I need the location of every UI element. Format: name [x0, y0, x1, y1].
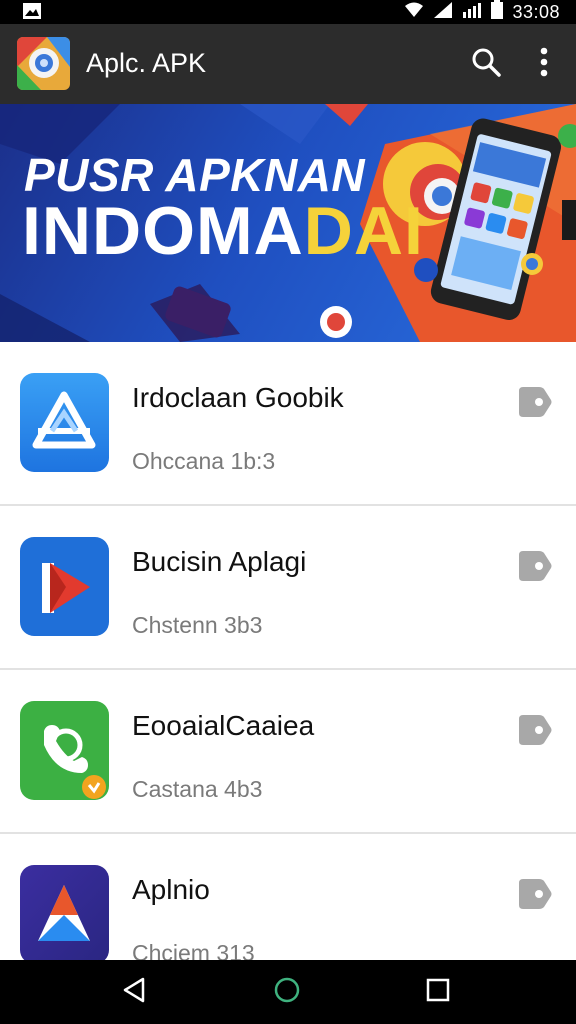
- app-list-item[interactable]: Bucisin Aplagi Chstenn 3b3: [0, 506, 576, 670]
- home-button[interactable]: [265, 972, 309, 1012]
- promo-banner[interactable]: PUSR APKNAN INDOMADAI: [0, 104, 576, 342]
- app-subtitle: Castana 4b3: [132, 776, 263, 802]
- signal-bars-icon: [462, 1, 482, 24]
- recents-button[interactable]: [416, 972, 460, 1012]
- back-icon: [121, 976, 147, 1009]
- tag-icon: [515, 549, 553, 588]
- tag-icon: [515, 713, 553, 752]
- app-name: Aplnio: [132, 874, 210, 905]
- battery-icon: [490, 0, 504, 25]
- app-bar: Aplc. APK: [0, 24, 576, 104]
- app-list-item[interactable]: Irdoclaan Goobik Ohccana 1b:3: [0, 342, 576, 506]
- phone-app-icon: [20, 701, 109, 800]
- wifi-icon: [404, 1, 424, 24]
- triangle-a-app-icon: [20, 373, 109, 472]
- app-title: Aplc. APK: [86, 48, 207, 78]
- app-name: EooaialCaaiea: [132, 710, 315, 741]
- recents-icon: [425, 977, 451, 1008]
- more-vert-icon: [539, 47, 549, 82]
- status-time: 33:08: [512, 1, 560, 22]
- signal-icon: [432, 1, 454, 24]
- system-nav-bar: [0, 960, 576, 1024]
- back-button[interactable]: [112, 972, 156, 1012]
- app-name: Irdoclaan Goobik: [132, 382, 344, 413]
- play-arrow-app-icon: [20, 537, 109, 636]
- banner-subheadline: INDOMADAI: [22, 193, 424, 269]
- install-button[interactable]: [514, 548, 554, 588]
- search-button[interactable]: [466, 44, 506, 84]
- search-icon: [470, 46, 502, 83]
- app-name: Bucisin Aplagi: [132, 546, 307, 577]
- app-logo-icon: [17, 37, 70, 90]
- app-subtitle: Ohccana 1b:3: [132, 448, 276, 474]
- tag-icon: [515, 877, 553, 916]
- arrow-a-app-icon: [20, 865, 109, 964]
- tag-icon: [515, 385, 553, 424]
- install-button[interactable]: [514, 384, 554, 424]
- overflow-menu-button[interactable]: [526, 44, 562, 84]
- status-bar: 33:08: [0, 0, 576, 24]
- install-button[interactable]: [514, 712, 554, 752]
- app-subtitle: Chstenn 3b3: [132, 612, 263, 638]
- app-list-item[interactable]: EooaialCaaiea Castana 4b3: [0, 670, 576, 834]
- gallery-notification-icon: [22, 2, 42, 25]
- home-icon: [273, 976, 301, 1009]
- install-button[interactable]: [514, 876, 554, 916]
